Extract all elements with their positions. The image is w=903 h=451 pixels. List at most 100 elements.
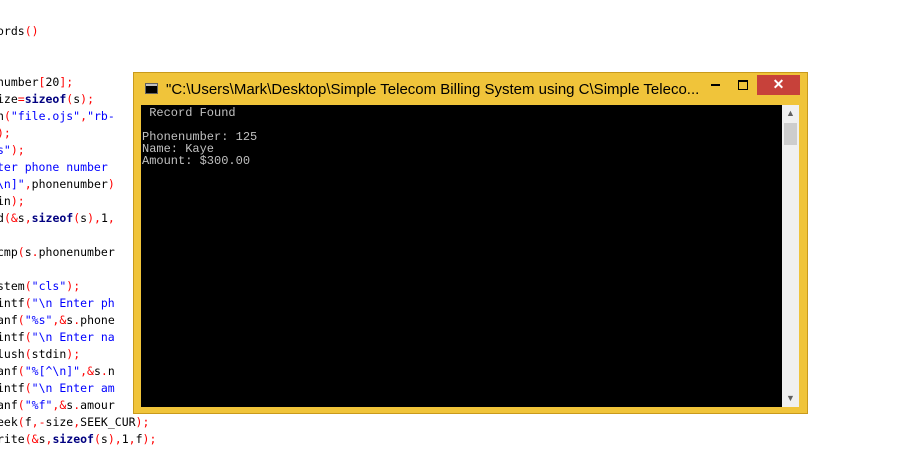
console-line: Amount: $300.00: [142, 154, 251, 168]
console-output[interactable]: Record Found Phonenumber: 125 Name: Kaye Am…: [141, 105, 782, 407]
code-token: phonenumber: [31, 177, 108, 191]
code-token: intf: [0, 381, 25, 395]
desktop-screen: ords() number[20]; ize=sizeof(s); n("file.o…: [0, 0, 903, 451]
code-token: (: [24, 279, 32, 293]
code-line: lush(stdin);: [0, 346, 80, 363]
code-token: size: [45, 415, 74, 429]
window-title: "C:\Users\Mark\Desktop\Simple Telecom Bi…: [166, 81, 700, 98]
code-token: 20: [45, 75, 60, 89]
code-token: (: [17, 245, 25, 259]
code-token: \n]": [0, 177, 25, 191]
minimize-button[interactable]: [702, 75, 728, 95]
code-line: d(&s,sizeof(s),1,: [0, 210, 115, 227]
code-line: cmp(s.phonenumber: [0, 244, 115, 261]
code-token: intf: [0, 296, 25, 310]
code-token: "\n Enter na: [31, 330, 115, 344]
code-token: sizeof: [52, 432, 94, 446]
code-token: f: [24, 415, 32, 429]
code-token: (: [24, 381, 32, 395]
code-token: cmp: [0, 245, 18, 259]
code-token: ,: [107, 211, 115, 225]
code-token: (: [24, 347, 32, 361]
code-token: ,: [24, 211, 32, 225]
code-token: ter phone number: [0, 160, 108, 174]
code-token: );: [10, 194, 25, 208]
code-token: intf: [0, 330, 25, 344]
code-token: anf: [0, 313, 18, 327]
code-token: "%[^\n]": [24, 364, 81, 378]
code-line: in);: [0, 193, 25, 210]
code-token: 1: [121, 432, 129, 446]
chevron-up-icon: ▲: [786, 108, 795, 118]
code-line: ize=sizeof(s);: [0, 91, 94, 108]
code-token: (: [17, 398, 25, 412]
maximize-button[interactable]: [730, 75, 756, 95]
vertical-scrollbar[interactable]: ▲ ▼: [782, 105, 799, 407]
code-token: (: [17, 364, 25, 378]
scroll-up-button[interactable]: ▲: [782, 105, 799, 122]
code-token: (: [24, 296, 32, 310]
code-token: );: [80, 92, 94, 106]
code-token: (&: [24, 432, 39, 446]
code-token: sizeof: [31, 211, 74, 225]
code-token: f: [135, 432, 143, 446]
code-token: n: [107, 364, 115, 378]
code-token: "\n Enter am: [31, 381, 115, 395]
code-token: anf: [0, 364, 18, 378]
code-token: phonenumber: [38, 245, 115, 259]
console-window[interactable]: "C:\Users\Mark\Desktop\Simple Telecom Bi…: [133, 72, 808, 414]
code-token: "file.ojs": [10, 109, 81, 123]
code-token: ,&: [52, 398, 67, 412]
scroll-down-button[interactable]: ▼: [782, 390, 799, 407]
code-token: (): [24, 24, 39, 38]
code-token: );: [66, 347, 81, 361]
title-bar[interactable]: "C:\Users\Mark\Desktop\Simple Telecom Bi…: [134, 73, 807, 105]
code-token: .: [31, 245, 39, 259]
code-line: );: [0, 125, 11, 142]
code-token: ords: [0, 24, 25, 38]
code-token: "rb-: [87, 109, 115, 123]
code-token: anf: [0, 398, 18, 412]
code-token: ,-: [31, 415, 46, 429]
code-token: (: [17, 313, 25, 327]
code-line: rite(&s,sizeof(s),1,f);: [0, 431, 156, 448]
code-token: s": [0, 143, 11, 157]
code-token: (: [17, 415, 25, 429]
console-app-icon[interactable]: [145, 83, 158, 94]
code-token: amour: [80, 398, 115, 412]
minimize-icon: [710, 83, 720, 86]
code-line: n("file.ojs","rb-: [0, 108, 115, 125]
code-token: s: [93, 364, 101, 378]
close-icon: ✕: [772, 76, 785, 92]
code-token: "%f": [24, 398, 53, 412]
code-token: ),: [107, 432, 122, 446]
code-token: );: [0, 126, 11, 140]
code-token: );: [10, 143, 25, 157]
scroll-thumb[interactable]: [784, 123, 797, 145]
code-token: .: [100, 364, 108, 378]
code-token: number: [0, 75, 39, 89]
code-line: \n]",phonenumber): [0, 176, 115, 193]
code-token: s: [38, 432, 46, 446]
code-line: s");: [0, 142, 25, 159]
code-token: sizeof: [24, 92, 67, 106]
code-token: s: [17, 211, 25, 225]
code-token: lush: [0, 347, 25, 361]
code-token: rite: [0, 432, 25, 446]
code-line: eek(f,-size,SEEK_CUR);: [0, 414, 149, 431]
code-token: ,: [128, 432, 136, 446]
code-token: (: [24, 330, 32, 344]
code-token: stdin: [31, 347, 67, 361]
code-token: );: [142, 432, 157, 446]
code-line: number[20];: [0, 74, 73, 91]
code-token: ,&: [80, 364, 94, 378]
code-line: ords(): [0, 23, 39, 40]
code-token: ,: [24, 177, 32, 191]
code-token: );: [135, 415, 150, 429]
code-line: intf("\n Enter am: [0, 380, 115, 397]
close-button[interactable]: ✕: [757, 75, 800, 95]
code-line: anf("%s",&s.phone: [0, 312, 115, 329]
code-line: ter phone number: [0, 159, 108, 176]
code-token: =: [17, 92, 25, 106]
console-line: Record Found: [142, 106, 236, 120]
